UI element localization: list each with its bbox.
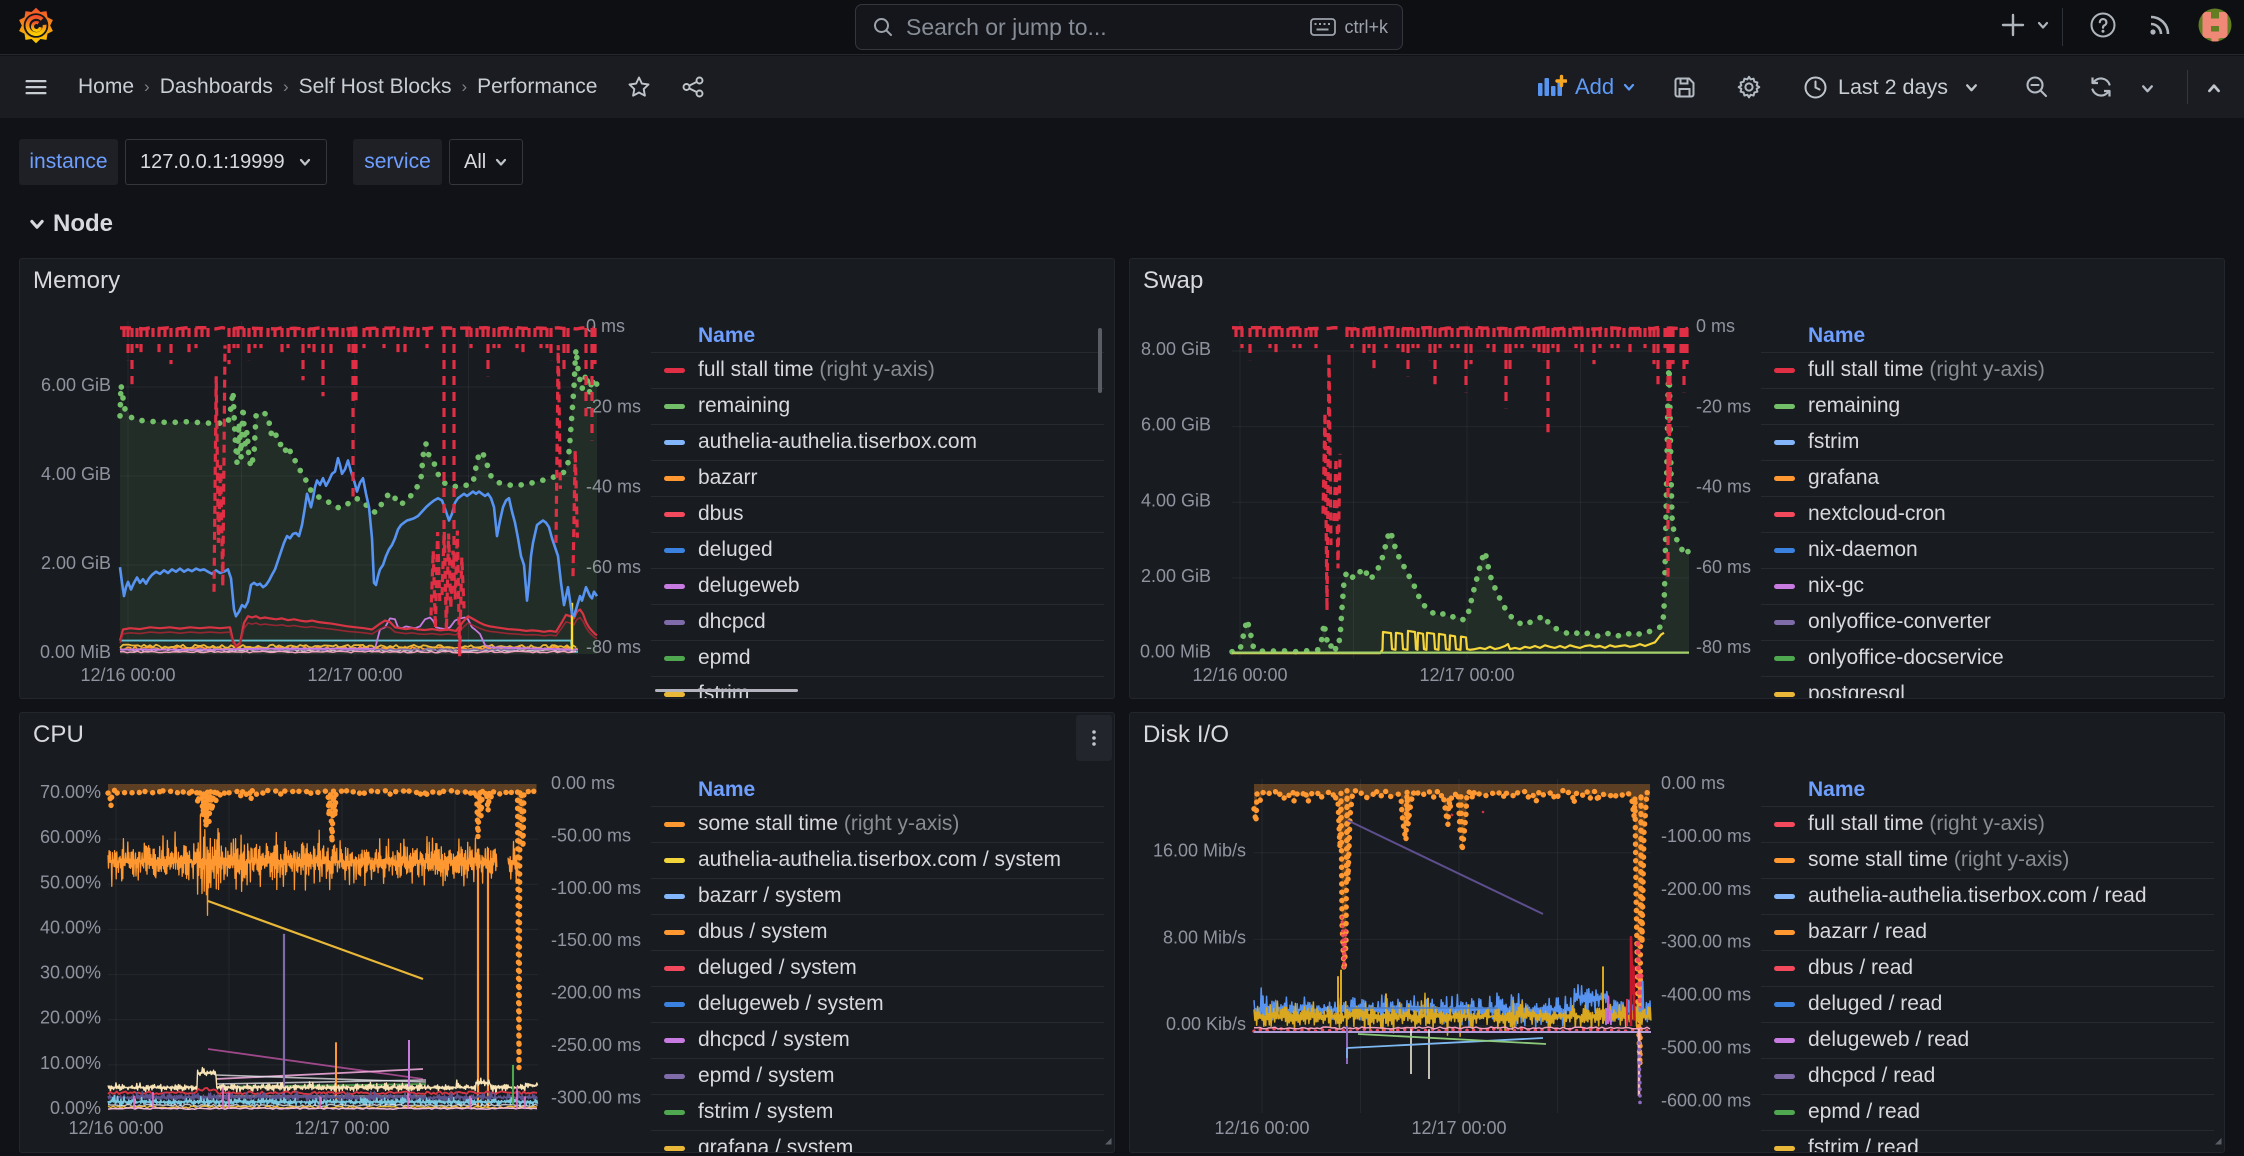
svg-text:4.00 GiB: 4.00 GiB bbox=[41, 464, 111, 484]
svg-text:-100.00 ms: -100.00 ms bbox=[551, 878, 641, 898]
svg-text:40.00%: 40.00% bbox=[40, 917, 101, 937]
svg-text:10.00%: 10.00% bbox=[40, 1053, 101, 1073]
svg-text:12/17 00:00: 12/17 00:00 bbox=[1411, 1118, 1506, 1138]
svg-text:0 ms: 0 ms bbox=[1696, 316, 1735, 336]
svg-text:-200.00 ms: -200.00 ms bbox=[1661, 879, 1751, 899]
svg-text:-150.00 ms: -150.00 ms bbox=[551, 930, 641, 950]
svg-text:-80 ms: -80 ms bbox=[1696, 637, 1751, 657]
svg-text:12/16 00:00: 12/16 00:00 bbox=[1214, 1118, 1309, 1138]
svg-text:-20 ms: -20 ms bbox=[1696, 396, 1751, 416]
svg-text:0.00 MiB: 0.00 MiB bbox=[1140, 642, 1211, 662]
svg-text:-300.00 ms: -300.00 ms bbox=[551, 1087, 641, 1107]
svg-text:6.00 GiB: 6.00 GiB bbox=[41, 375, 111, 395]
svg-text:4.00 GiB: 4.00 GiB bbox=[1141, 490, 1211, 510]
svg-text:-60 ms: -60 ms bbox=[1696, 557, 1751, 577]
svg-text:30.00%: 30.00% bbox=[40, 963, 101, 983]
svg-text:2.00 GiB: 2.00 GiB bbox=[1141, 566, 1211, 586]
svg-text:8.00 GiB: 8.00 GiB bbox=[1141, 339, 1211, 359]
svg-text:-500.00 ms: -500.00 ms bbox=[1661, 1038, 1751, 1058]
svg-text:0.00 MiB: 0.00 MiB bbox=[40, 642, 111, 662]
svg-text:20.00%: 20.00% bbox=[40, 1008, 101, 1028]
svg-text:-100.00 ms: -100.00 ms bbox=[1661, 826, 1751, 846]
svg-text:2.00 GiB: 2.00 GiB bbox=[41, 553, 111, 573]
svg-text:-40 ms: -40 ms bbox=[1696, 477, 1751, 497]
svg-text:12/17 00:00: 12/17 00:00 bbox=[307, 665, 402, 685]
svg-text:12/16 00:00: 12/16 00:00 bbox=[80, 665, 175, 685]
svg-text:12/16 00:00: 12/16 00:00 bbox=[68, 1118, 163, 1138]
svg-text:-250.00 ms: -250.00 ms bbox=[551, 1035, 641, 1055]
svg-text:8.00 Mib/s: 8.00 Mib/s bbox=[1163, 927, 1246, 947]
svg-text:70.00%: 70.00% bbox=[40, 782, 101, 802]
svg-text:-600.00 ms: -600.00 ms bbox=[1661, 1090, 1751, 1110]
svg-text:12/16 00:00: 12/16 00:00 bbox=[1192, 665, 1287, 685]
svg-text:12/17 00:00: 12/17 00:00 bbox=[294, 1118, 389, 1138]
svg-text:0.00 Kib/s: 0.00 Kib/s bbox=[1166, 1014, 1246, 1034]
svg-text:-300.00 ms: -300.00 ms bbox=[1661, 932, 1751, 952]
svg-text:16.00 Mib/s: 16.00 Mib/s bbox=[1153, 841, 1246, 861]
svg-text:-200.00 ms: -200.00 ms bbox=[551, 983, 641, 1003]
svg-text:-50.00 ms: -50.00 ms bbox=[551, 825, 631, 845]
svg-text:50.00%: 50.00% bbox=[40, 872, 101, 892]
svg-text:12/17 00:00: 12/17 00:00 bbox=[1419, 665, 1514, 685]
svg-text:6.00 GiB: 6.00 GiB bbox=[1141, 415, 1211, 435]
svg-text:0.00 ms: 0.00 ms bbox=[551, 773, 615, 793]
svg-text:-400.00 ms: -400.00 ms bbox=[1661, 985, 1751, 1005]
svg-text:60.00%: 60.00% bbox=[40, 827, 101, 847]
svg-text:0.00 ms: 0.00 ms bbox=[1661, 773, 1725, 793]
svg-text:0.00%: 0.00% bbox=[50, 1098, 101, 1118]
